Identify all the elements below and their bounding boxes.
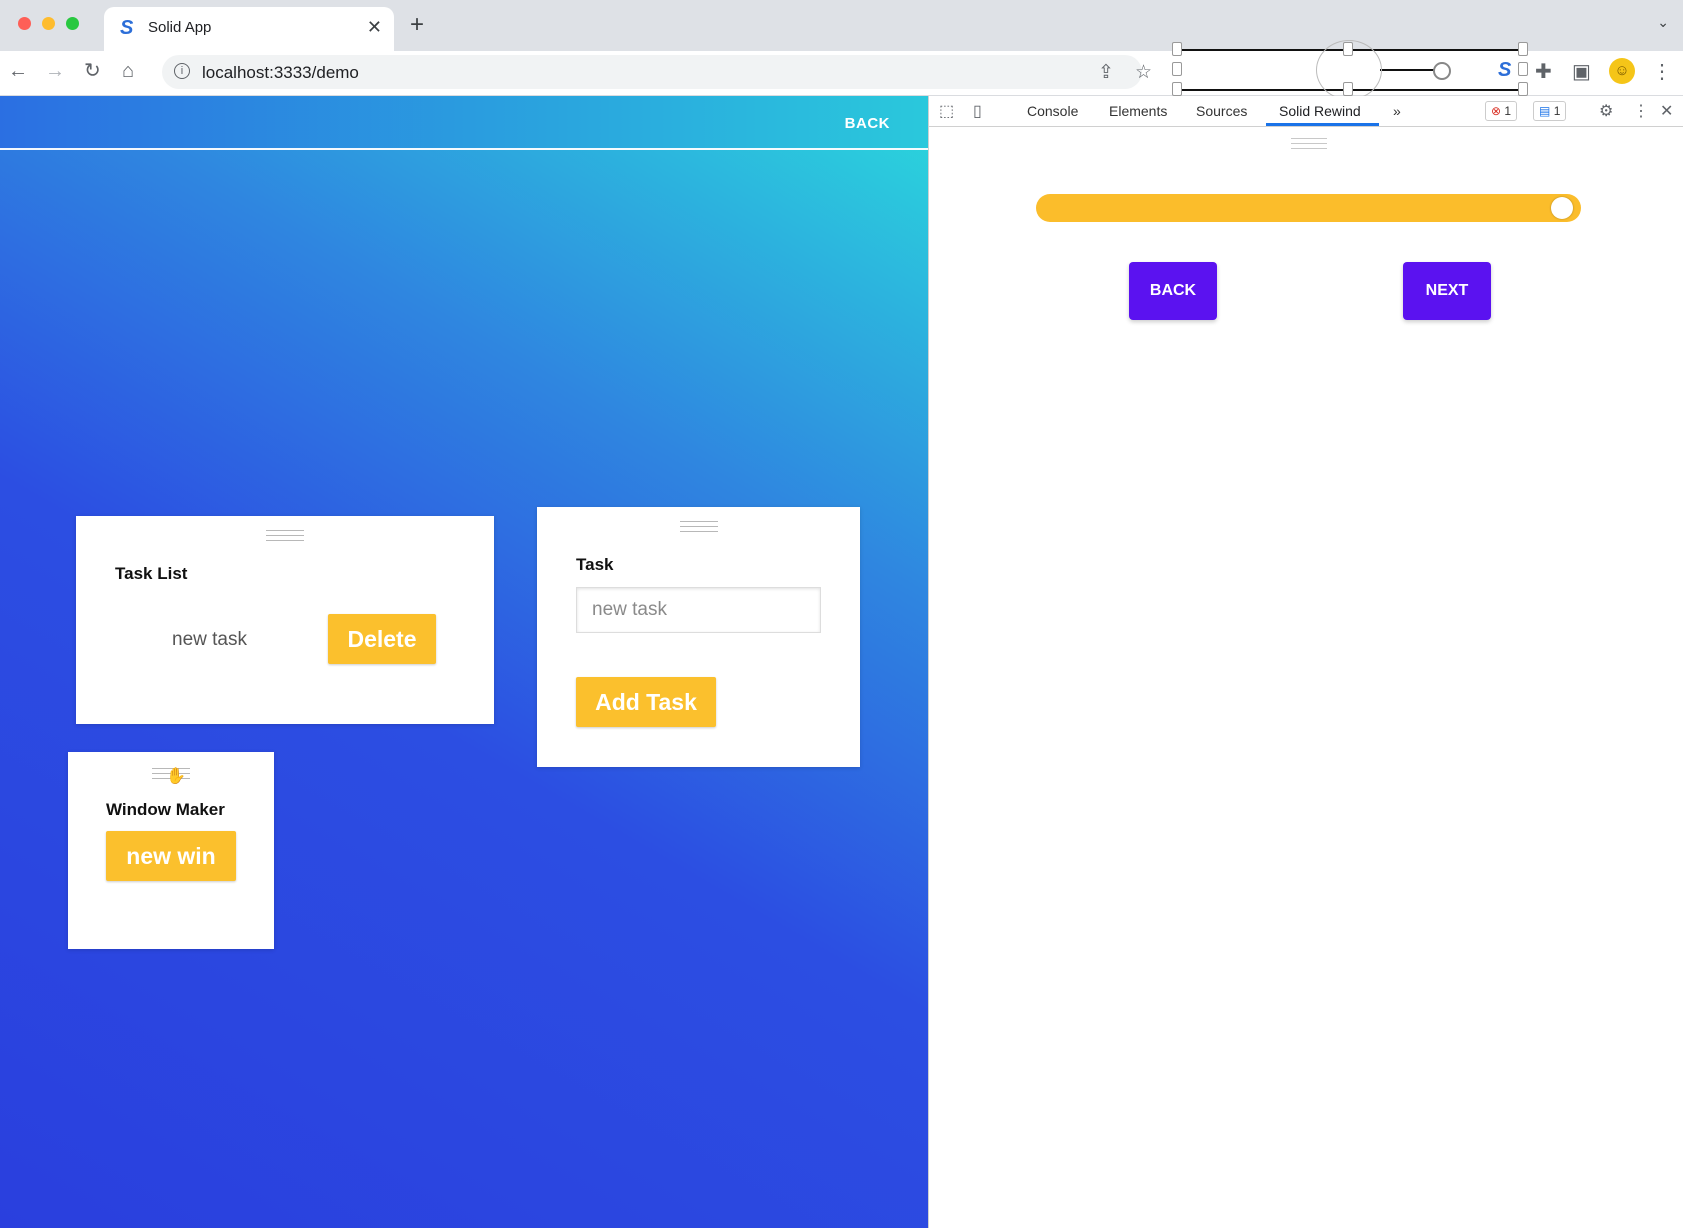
tab-console[interactable]: Console [1027,103,1078,119]
error-count-badge[interactable]: ⊗ 1 [1485,101,1518,121]
timeline-slider-thumb[interactable] [1551,197,1573,219]
extensions-puzzle-icon[interactable]: ✚ [1535,59,1552,84]
back-arrow-icon[interactable]: ← [8,59,28,83]
timeline-slider[interactable] [1036,194,1581,222]
devtools-tabbar: ⬚ ▯ Console Elements Sources Solid Rewin… [929,96,1683,127]
message-count: 1 [1553,104,1561,118]
solid-logo-icon: S [120,17,134,39]
resize-handle[interactable] [1172,62,1182,76]
tab-title: Solid App [148,19,212,36]
resize-handle[interactable] [1518,62,1528,76]
drag-dot [1433,62,1451,80]
devtools-panel: ⬚ ▯ Console Elements Sources Solid Rewin… [928,96,1683,1228]
close-devtools-icon[interactable]: ✕ [1660,101,1673,121]
side-panel-icon[interactable]: ▣ [1572,59,1591,84]
window-maker-title: Window Maker [106,800,225,819]
task-form-card[interactable]: Task new task Add Task [537,507,860,767]
new-task-input[interactable]: new task [576,587,821,633]
tab-sources[interactable]: Sources [1196,103,1247,119]
devtools-menu-icon[interactable]: ⋮ [1633,101,1649,121]
tab-search-chevron-icon[interactable]: ⌄ [1657,14,1669,31]
url-text[interactable]: localhost:3333/demo [202,63,359,83]
drag-line-middle [1380,69,1440,71]
reload-icon[interactable]: ↻ [84,59,101,83]
message-icon: ▤ [1539,104,1551,118]
bookmark-star-icon[interactable]: ☆ [1135,61,1152,84]
new-window-button[interactable]: new win [106,831,236,881]
task-list-title: Task List [115,564,188,583]
window-maker-card[interactable]: ✋ Window Maker new win [68,752,274,949]
new-tab-button[interactable]: + [410,13,424,37]
resize-handle[interactable] [1172,82,1182,96]
resize-handle[interactable] [1343,42,1353,56]
tab-solid-rewind[interactable]: Solid Rewind [1279,103,1361,119]
message-count-badge[interactable]: ▤ 1 [1533,101,1567,121]
task-list-item-text: new task [172,629,247,650]
forward-arrow-icon[interactable]: → [45,59,65,83]
minimize-window-button[interactable] [42,17,55,30]
rewind-next-button[interactable]: NEXT [1403,262,1491,320]
address-bar[interactable]: i localhost:3333/demo ⇪ ☆ [162,55,1152,89]
share-icon[interactable]: ⇪ [1098,61,1114,84]
close-window-button[interactable] [18,17,31,30]
resize-handle[interactable] [1518,82,1528,96]
more-tabs-icon[interactable]: » [1393,103,1401,119]
maximize-window-button[interactable] [66,17,79,30]
tab-elements[interactable]: Elements [1109,103,1167,119]
grab-cursor-icon: ✋ [166,768,186,785]
resize-handle[interactable] [1172,42,1182,56]
task-form-title: Task [576,555,614,574]
error-count: 1 [1504,104,1512,118]
home-icon[interactable]: ⌂ [122,59,134,83]
site-info-icon[interactable]: i [174,63,190,79]
resize-handle[interactable] [1343,82,1353,96]
drag-grip-icon[interactable] [679,521,718,535]
browser-menu-icon[interactable]: ⋮ [1652,59,1672,84]
add-task-button[interactable]: Add Task [576,677,716,727]
drag-grip-icon[interactable] [1291,138,1327,153]
drag-grip-icon[interactable] [266,530,304,544]
inspect-element-icon[interactable]: ⬚ [939,101,954,121]
drag-overlay [1172,40,1528,100]
app-header: BACK [0,96,928,150]
header-back-link[interactable]: BACK [845,115,890,132]
task-list-card[interactable]: Task List new task Delete [76,516,494,724]
error-icon: ⊗ [1491,104,1502,118]
profile-avatar[interactable]: ☺ [1609,58,1635,84]
delete-task-button[interactable]: Delete [328,614,436,664]
rewind-back-button[interactable]: BACK [1129,262,1217,320]
settings-gear-icon[interactable]: ⚙ [1599,101,1613,121]
app-page: BACK Task List new task Delete Task new … [0,96,928,1228]
device-toolbar-icon[interactable]: ▯ [973,101,982,121]
tab-close-icon[interactable]: ✕ [367,17,382,38]
resize-handle[interactable] [1518,42,1528,56]
active-tab-indicator [1266,123,1379,126]
browser-tab[interactable]: S Solid App ✕ [104,7,394,51]
